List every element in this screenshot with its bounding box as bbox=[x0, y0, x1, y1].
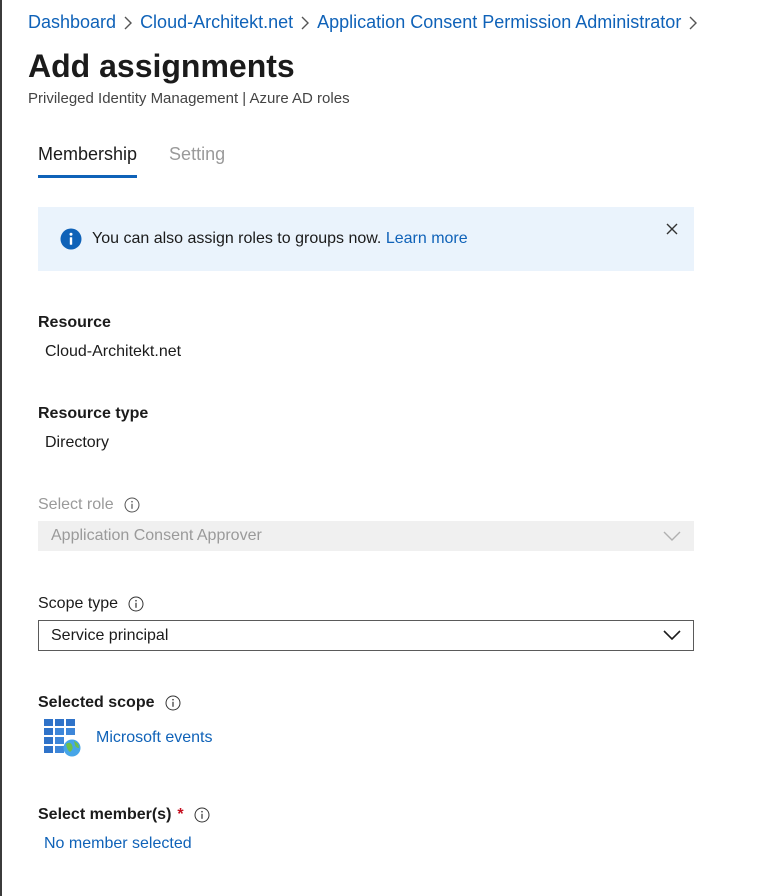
chevron-right-icon bbox=[681, 12, 705, 33]
tab-bar: Membership Setting bbox=[38, 144, 257, 178]
page-title: Add assignments bbox=[28, 48, 295, 84]
select-role-dropdown: Application Consent Approver bbox=[38, 521, 694, 551]
info-circle-icon[interactable] bbox=[124, 497, 140, 513]
chevron-right-icon bbox=[293, 12, 317, 33]
close-icon[interactable] bbox=[664, 221, 680, 237]
selected-scope-row: Microsoft events bbox=[44, 719, 212, 757]
scope-type-value: Service principal bbox=[51, 626, 169, 644]
selected-scope-label-row: Selected scope bbox=[38, 694, 181, 712]
info-icon bbox=[60, 228, 82, 250]
app-grid-globe-icon bbox=[44, 719, 82, 757]
banner-message: You can also assign roles to groups now.… bbox=[92, 230, 468, 248]
info-banner: You can also assign roles to groups now.… bbox=[38, 207, 694, 271]
select-role-label-row: Select role bbox=[38, 496, 140, 514]
resource-type-value: Directory bbox=[45, 434, 110, 451]
select-members-label: Select member(s) bbox=[38, 806, 172, 823]
scope-type-label-row: Scope type bbox=[38, 595, 144, 613]
selected-scope-label: Selected scope bbox=[38, 694, 155, 711]
page-subtitle: Privileged Identity Management | Azure A… bbox=[28, 90, 350, 107]
selected-scope-link[interactable]: Microsoft events bbox=[96, 729, 212, 747]
chevron-down-icon bbox=[663, 529, 681, 543]
info-circle-icon[interactable] bbox=[194, 807, 210, 823]
learn-more-link[interactable]: Learn more bbox=[386, 230, 468, 247]
info-circle-icon[interactable] bbox=[165, 695, 181, 711]
resource-value: Cloud-Architekt.net bbox=[45, 343, 182, 360]
breadcrumb-role[interactable]: Application Consent Permission Administr… bbox=[317, 12, 681, 33]
scope-type-label: Scope type bbox=[38, 595, 119, 612]
breadcrumb-dashboard[interactable]: Dashboard bbox=[28, 12, 116, 33]
select-role-value: Application Consent Approver bbox=[51, 527, 262, 544]
scope-type-dropdown[interactable]: Service principal bbox=[38, 620, 694, 651]
resource-type-label: Resource type bbox=[38, 405, 149, 422]
tab-membership[interactable]: Membership bbox=[38, 144, 138, 178]
required-marker: * bbox=[177, 806, 184, 823]
window-frame-edge bbox=[0, 0, 2, 896]
tab-setting[interactable]: Setting bbox=[169, 144, 225, 178]
select-role-label: Select role bbox=[38, 496, 114, 513]
select-members-label-row: Select member(s) * bbox=[38, 806, 210, 824]
breadcrumb: Dashboard Cloud-Architekt.net Applicatio… bbox=[28, 12, 705, 33]
chevron-right-icon bbox=[116, 12, 140, 33]
info-circle-icon[interactable] bbox=[128, 596, 144, 612]
banner-text: You can also assign roles to groups now. bbox=[92, 230, 382, 247]
select-members-link[interactable]: No member selected bbox=[44, 835, 192, 853]
resource-label: Resource bbox=[38, 314, 111, 331]
breadcrumb-tenant[interactable]: Cloud-Architekt.net bbox=[140, 12, 293, 33]
chevron-down-icon bbox=[663, 628, 681, 642]
